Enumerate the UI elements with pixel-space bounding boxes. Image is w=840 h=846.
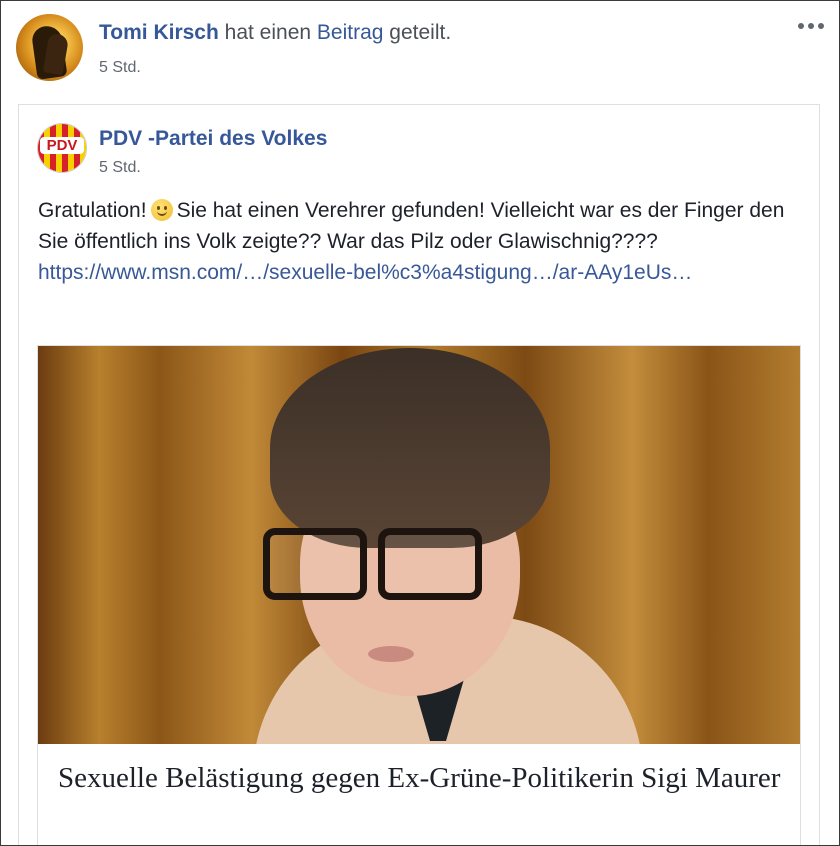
post-timestamp[interactable]: 5 Std. <box>99 159 141 177</box>
more-options-icon[interactable] <box>798 19 828 33</box>
sharer-name-link[interactable]: Tomi Kirsch <box>99 21 219 44</box>
share-timestamp[interactable]: 5 Std. <box>99 59 141 77</box>
post-url-link[interactable]: https://www.msn.com/…/sexuelle-bel%c3%a4… <box>38 257 798 288</box>
sharer-avatar[interactable] <box>16 14 83 81</box>
share-action-end: geteilt. <box>389 21 452 44</box>
page-name-link[interactable]: PDV -Partei des Volkes <box>99 127 327 151</box>
post-text-body: Sie hat einen Verehrer gefunden! Viellei… <box>38 199 785 253</box>
link-preview[interactable]: Sexuelle Belästigung gegen Ex-Grüne-Poli… <box>37 345 801 845</box>
post-text: Gratulation! Sie hat einen Verehrer gefun… <box>38 195 798 288</box>
share-action-text: hat einen <box>224 21 312 44</box>
page-logo-text: PDV <box>46 137 78 154</box>
shared-post-card: PDV PDV -Partei des Volkes 5 Std. Gratul… <box>18 104 820 845</box>
post-text-start: Gratulation! <box>38 199 147 222</box>
post-link[interactable]: Beitrag <box>317 21 384 44</box>
feed-story: Tomi Kirsch hat einen Beitrag geteilt. 5… <box>0 0 840 846</box>
preview-headline[interactable]: Sexuelle Belästigung gegen Ex-Grüne-Poli… <box>58 760 788 797</box>
preview-image[interactable] <box>38 346 800 744</box>
share-header: Tomi Kirsch hat einen Beitrag geteilt. <box>99 21 451 45</box>
smiley-emoji-icon <box>150 199 173 221</box>
page-avatar[interactable]: PDV <box>37 123 87 173</box>
